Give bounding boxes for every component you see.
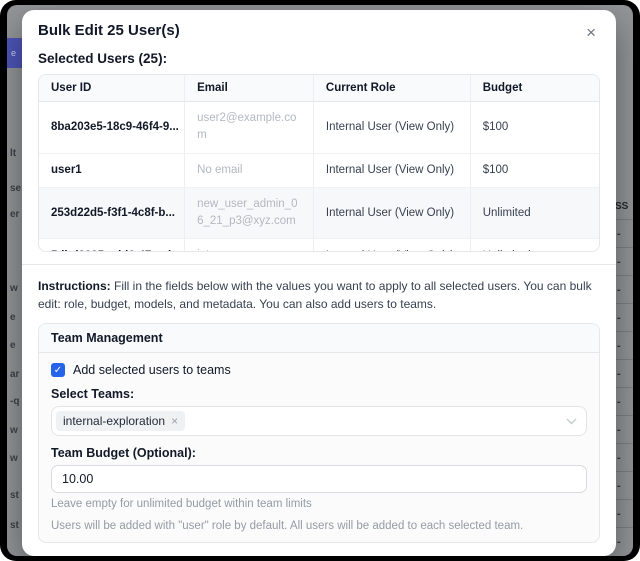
background-text-fragment: w <box>10 283 18 294</box>
cell-budget: $100 <box>470 102 599 154</box>
background-text-fragment: -q <box>10 396 19 407</box>
background-table-cell: - <box>613 275 633 303</box>
selected-team-chip: internal-exploration × <box>56 411 185 431</box>
table-header-row: User IDEmailCurrent RoleBudget <box>39 75 599 102</box>
background-text-fragment: st <box>10 490 19 501</box>
team-management-body: ✓ Add selected users to teams Select Tea… <box>39 353 599 542</box>
column-header: Current Role <box>313 75 470 102</box>
background-text-fragment: e <box>10 340 16 351</box>
cell-current-role: Internal User (View Only) <box>313 187 470 239</box>
background-table-cell: - <box>613 527 633 555</box>
cell-budget: Unlimited <box>470 239 599 252</box>
team-management-card: Team Management ✓ Add selected users to … <box>38 323 600 543</box>
cell-email: user2@example.com <box>185 102 314 154</box>
background-text-fragment: lt <box>10 148 16 159</box>
column-header: Email <box>185 75 314 102</box>
instructions-text: Instructions: Fill in the fields below w… <box>38 277 600 313</box>
background-text-fragment: st <box>10 520 19 531</box>
background-table-cell: - <box>613 415 633 443</box>
team-budget-label: Team Budget (Optional): <box>51 446 587 460</box>
background-text-fragment: er <box>10 209 19 220</box>
background-table-cell: - <box>613 247 633 275</box>
selected-team-chip-label: internal-exploration <box>63 414 165 428</box>
background-text-fragment: ar <box>10 369 19 380</box>
table-row: 253d22d5-f3f1-4c8f-b... new_user_admin_0… <box>39 187 599 239</box>
selected-users-label: Selected Users (25): <box>38 51 600 66</box>
table-row: user1 No email Internal User (View Only)… <box>39 153 599 187</box>
chevron-down-icon <box>566 412 577 430</box>
cell-user-id: 253d22d5-f3f1-4c8f-b... <box>39 187 185 239</box>
select-teams-label: Select Teams: <box>51 387 587 401</box>
team-management-title: Team Management <box>39 324 599 353</box>
team-footnote: Users will be added with "user" role by … <box>51 520 587 532</box>
modal-title: Bulk Edit 25 User(s) <box>38 22 180 39</box>
budget-helper-text: Leave empty for unlimited budget within … <box>51 498 587 510</box>
screenshot-frame: eltseerweear-qwwstst SS------------ Bulk… <box>0 0 640 561</box>
cell-current-role: Internal User (View Only) <box>313 153 470 187</box>
team-budget-input[interactable] <box>51 465 587 493</box>
background-table-cell: - <box>613 443 633 471</box>
add-users-to-teams-checkbox-row[interactable]: ✓ Add selected users to teams <box>51 363 587 377</box>
cell-email: No email <box>185 153 314 187</box>
background-table-cell: - <box>613 331 633 359</box>
modal-header: Bulk Edit 25 User(s) × <box>38 22 600 43</box>
column-header: User ID <box>39 75 185 102</box>
cell-email: new_user_admin_06_21_p3@xyz.com <box>185 187 314 239</box>
selected-users-table: User IDEmailCurrent RoleBudget 8ba203e5-… <box>39 75 599 252</box>
background-column-header: SS <box>615 201 628 212</box>
table-row: 5dbd2335-cdd6-47ca-b... inter Internal U… <box>39 239 599 252</box>
column-header: Budget <box>470 75 599 102</box>
background-table-cell: - <box>613 471 633 499</box>
cell-budget: $100 <box>470 153 599 187</box>
cell-user-id: 8ba203e5-18c9-46f4-9... <box>39 102 185 154</box>
background-table-cell: - <box>613 387 633 415</box>
selected-users-tbody: 8ba203e5-18c9-46f4-9... user2@example.co… <box>39 102 599 253</box>
background-text-fragment: se <box>10 183 21 194</box>
checkbox-checked-icon[interactable]: ✓ <box>51 363 65 377</box>
instructions-body: Fill in the fields below with the values… <box>38 279 592 311</box>
close-icon[interactable]: × <box>582 22 600 43</box>
selected-users-table-scroll[interactable]: User IDEmailCurrent RoleBudget 8ba203e5-… <box>38 74 600 252</box>
checkbox-label: Add selected users to teams <box>73 363 231 377</box>
instructions-label: Instructions: <box>38 279 111 293</box>
background-text-fragment: w <box>10 453 18 464</box>
cell-current-role: Internal User (View Only) <box>313 102 470 154</box>
bulk-edit-modal: Bulk Edit 25 User(s) × Selected Users (2… <box>22 10 616 556</box>
background-text-fragment: e <box>10 312 16 323</box>
background-right-strip: SS------------ <box>613 5 633 556</box>
chip-remove-icon[interactable]: × <box>171 414 178 428</box>
cell-current-role: Internal User (View Only) <box>313 239 470 252</box>
teams-multiselect[interactable]: internal-exploration × <box>51 406 587 436</box>
section-divider <box>22 264 616 265</box>
cell-budget: Unlimited <box>470 187 599 239</box>
table-row: 8ba203e5-18c9-46f4-9... user2@example.co… <box>39 102 599 154</box>
background-table-cell: - <box>613 499 633 527</box>
background-text-fragment: w <box>10 425 18 436</box>
background-table-cell: - <box>613 359 633 387</box>
cell-user-id: 5dbd2335-cdd6-47ca-b... <box>39 239 185 252</box>
background-table-cell: - <box>613 219 633 247</box>
cell-email: inter <box>185 239 314 252</box>
cell-user-id: user1 <box>39 153 185 187</box>
background-table-cell: - <box>613 303 633 331</box>
